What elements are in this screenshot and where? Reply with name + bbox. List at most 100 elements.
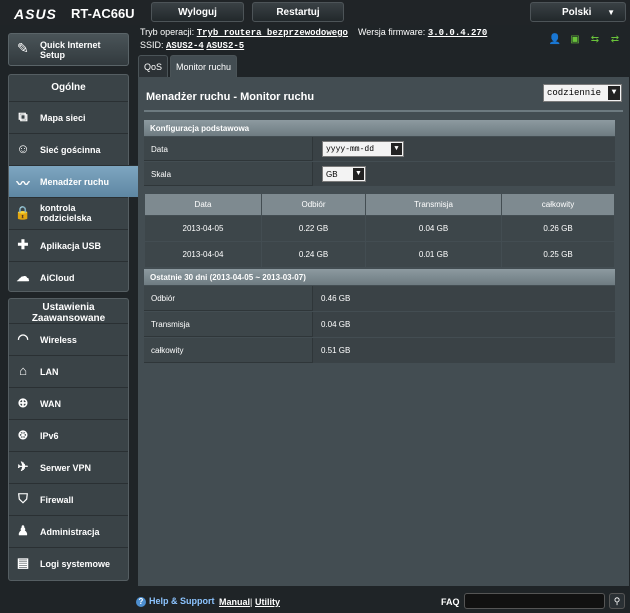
date-label: Data bbox=[151, 145, 168, 154]
advanced-menu-title: Ustawienia Zaawansowane bbox=[31, 302, 106, 324]
mode-label: Tryb operacji: bbox=[140, 27, 195, 37]
sidebar-item-lan[interactable]: ⌂ LAN bbox=[9, 355, 128, 387]
sidebar-item-vpn-server[interactable]: ✈ Serwer VPN bbox=[9, 451, 128, 483]
sidebar-item-traffic-manager[interactable]: 〰 Menadżer ruchu bbox=[9, 165, 144, 197]
client-status-icon[interactable]: 👤 bbox=[548, 34, 562, 45]
table-cell: 0.24 GB bbox=[261, 241, 366, 268]
page-title: Menadżer ruchu - Monitor ruchu bbox=[146, 91, 315, 103]
faq-label: FAQ bbox=[441, 597, 460, 607]
chevron-down-icon: ▼ bbox=[391, 143, 402, 155]
tab-qos[interactable]: QoS bbox=[138, 55, 169, 77]
sidebar-item-label: Aplikacja USB bbox=[40, 241, 102, 251]
manual-link[interactable]: Manual bbox=[219, 597, 250, 607]
sidebar-item-label: IPv6 bbox=[40, 431, 59, 441]
chevron-down-icon: ▼ bbox=[608, 86, 620, 100]
sidebar-item-label: Firewall bbox=[40, 495, 74, 505]
scale-label: Skala bbox=[151, 170, 172, 179]
quick-internet-setup-button[interactable]: ✎ Quick Internet Setup bbox=[8, 33, 129, 66]
qis-label: Quick Internet Setup bbox=[40, 40, 101, 60]
usb-status-icon[interactable]: ⇆ bbox=[588, 34, 602, 45]
table-cell: 2013-04-04 bbox=[144, 241, 262, 268]
table-cell: 2013-04-05 bbox=[144, 215, 262, 242]
sidebar-item-wireless[interactable]: ◠ Wireless bbox=[9, 323, 128, 355]
footer: ? Help & Support Manual | Utility FAQ ⚲ bbox=[0, 588, 630, 613]
summary-label: Transmisja bbox=[151, 320, 190, 329]
tab-bar: QoS Monitor ruchu bbox=[138, 55, 238, 77]
sidebar-item-aicloud[interactable]: ☁ AiCloud bbox=[9, 261, 128, 293]
sidebar-item-label: WAN bbox=[40, 399, 61, 409]
table-row: 2013-04-04 0.24 GB 0.01 GB 0.25 GB bbox=[144, 241, 615, 268]
summary-row-total: całkowity 0.51 GB bbox=[144, 338, 615, 363]
router-model: RT-AC66U bbox=[71, 6, 135, 21]
column-header: całkowity bbox=[501, 193, 615, 216]
table-cell: 0.25 GB bbox=[501, 241, 615, 268]
search-icon[interactable]: ⚲ bbox=[609, 593, 625, 609]
traffic-table: Data Odbiór Transmisja całkowity 2013-04… bbox=[144, 193, 615, 268]
lock-icon: 🔒 bbox=[14, 205, 32, 220]
main-panel: Menadżer ruchu - Monitor ruchu codzienni… bbox=[138, 77, 629, 586]
network-status-icon[interactable]: ▣ bbox=[568, 34, 582, 45]
period-select[interactable]: codziennie ▼ bbox=[543, 84, 622, 102]
table-cell: 0.22 GB bbox=[261, 215, 366, 242]
ssid-link-2[interactable]: ASUS2-5 bbox=[206, 41, 244, 51]
sidebar-item-parental-control[interactable]: 🔒 kontrola rodzicielska bbox=[9, 197, 128, 229]
summary-label: całkowity bbox=[151, 346, 184, 355]
summary-value: 0.51 GB bbox=[312, 338, 615, 363]
date-select[interactable]: yyyy-mm-dd ▼ bbox=[322, 141, 404, 157]
sidebar-item-usb-application[interactable]: ✚ Aplikacja USB bbox=[9, 229, 128, 261]
advanced-menu: Ustawienia Zaawansowane ◠ Wireless ⌂ LAN… bbox=[8, 298, 129, 581]
sidebar-item-ipv6[interactable]: ⊛ IPv6 bbox=[9, 419, 128, 451]
restart-button[interactable]: Restartuj bbox=[252, 2, 344, 22]
sidebar-item-label: kontrola rodzicielska bbox=[40, 203, 92, 223]
sidebar-item-guest-network[interactable]: ☺ Sieć gościnna bbox=[9, 133, 128, 165]
sidebar-item-label: Serwer VPN bbox=[40, 463, 92, 473]
top-bar: ASUS RT-AC66U Wyloguj Restartuj Polski ▼ bbox=[0, 0, 630, 25]
sidebar-item-network-map[interactable]: ⧉ Mapa sieci bbox=[9, 101, 128, 133]
asus-logo: ASUS bbox=[14, 6, 57, 22]
column-header: Data bbox=[144, 193, 262, 216]
summary-row-received: Odbiór 0.46 GB bbox=[144, 286, 615, 311]
wand-icon: ✎ bbox=[17, 40, 29, 56]
scale-cell: GB ▼ bbox=[312, 162, 615, 186]
globe-icon: ⊕ bbox=[17, 395, 29, 410]
table-cell: 0.26 GB bbox=[501, 215, 615, 242]
ssid-line: SSID: ASUS2-4 ASUS2-5 bbox=[140, 40, 244, 51]
utility-link[interactable]: Utility bbox=[255, 597, 280, 607]
last-30-days-header: Ostatnie 30 dni (2013-04-05 ~ 2013-03-07… bbox=[144, 269, 615, 285]
table-header-row: Data Odbiór Transmisja całkowity bbox=[144, 193, 615, 216]
cloud-icon: ☁ bbox=[16, 269, 30, 284]
firmware-link[interactable]: 3.0.0.4.270 bbox=[428, 28, 487, 38]
admin-user-icon: ♟ bbox=[17, 523, 29, 538]
summary-value: 0.46 GB bbox=[312, 286, 615, 311]
vpn-icon: ✈ bbox=[17, 459, 29, 474]
tab-traffic-monitor[interactable]: Monitor ruchu bbox=[170, 55, 238, 77]
sidebar-item-label: AiCloud bbox=[40, 273, 75, 283]
help-support-link[interactable]: ? Help & Support bbox=[136, 596, 215, 607]
sidebar-item-label: Menadżer ruchu bbox=[40, 177, 110, 187]
log-icon: ▤ bbox=[16, 555, 30, 570]
sidebar-item-label: Logi systemowe bbox=[40, 559, 111, 569]
ssid-label: SSID: bbox=[140, 40, 164, 50]
scale-select[interactable]: GB ▼ bbox=[322, 166, 366, 182]
puzzle-icon: ✚ bbox=[17, 237, 29, 252]
sidebar-item-label: LAN bbox=[40, 367, 59, 377]
sidebar-item-firewall[interactable]: ⛉ Firewall bbox=[9, 483, 128, 515]
logout-button[interactable]: Wyloguj bbox=[151, 2, 244, 22]
faq-search-input[interactable] bbox=[464, 593, 605, 609]
mode-link[interactable]: Tryb routera bezprzewodowego bbox=[197, 28, 348, 38]
wan-status-icon[interactable]: ⇄ bbox=[608, 34, 622, 45]
date-value: yyyy-mm-dd bbox=[326, 145, 375, 154]
firmware-label: Wersja firmware: bbox=[357, 27, 426, 37]
sidebar-item-system-log[interactable]: ▤ Logi systemowe bbox=[9, 547, 128, 579]
wifi-icon: ◠ bbox=[17, 331, 29, 346]
sidebar-item-administration[interactable]: ♟ Administracja bbox=[9, 515, 128, 547]
period-value: codziennie bbox=[547, 88, 602, 98]
scale-row: Skala GB ▼ bbox=[144, 162, 615, 186]
language-select[interactable]: Polski ▼ bbox=[530, 2, 626, 22]
column-header: Transmisja bbox=[365, 193, 502, 216]
sidebar-item-wan[interactable]: ⊕ WAN bbox=[9, 387, 128, 419]
table-cell: 0.01 GB bbox=[365, 241, 502, 268]
traffic-chart-icon: 〰 bbox=[16, 176, 30, 191]
ssid-link-1[interactable]: ASUS2-4 bbox=[166, 41, 204, 51]
general-menu: Ogólne ⧉ Mapa sieci ☺ Sieć gościnna 〰 Me… bbox=[8, 74, 144, 293]
